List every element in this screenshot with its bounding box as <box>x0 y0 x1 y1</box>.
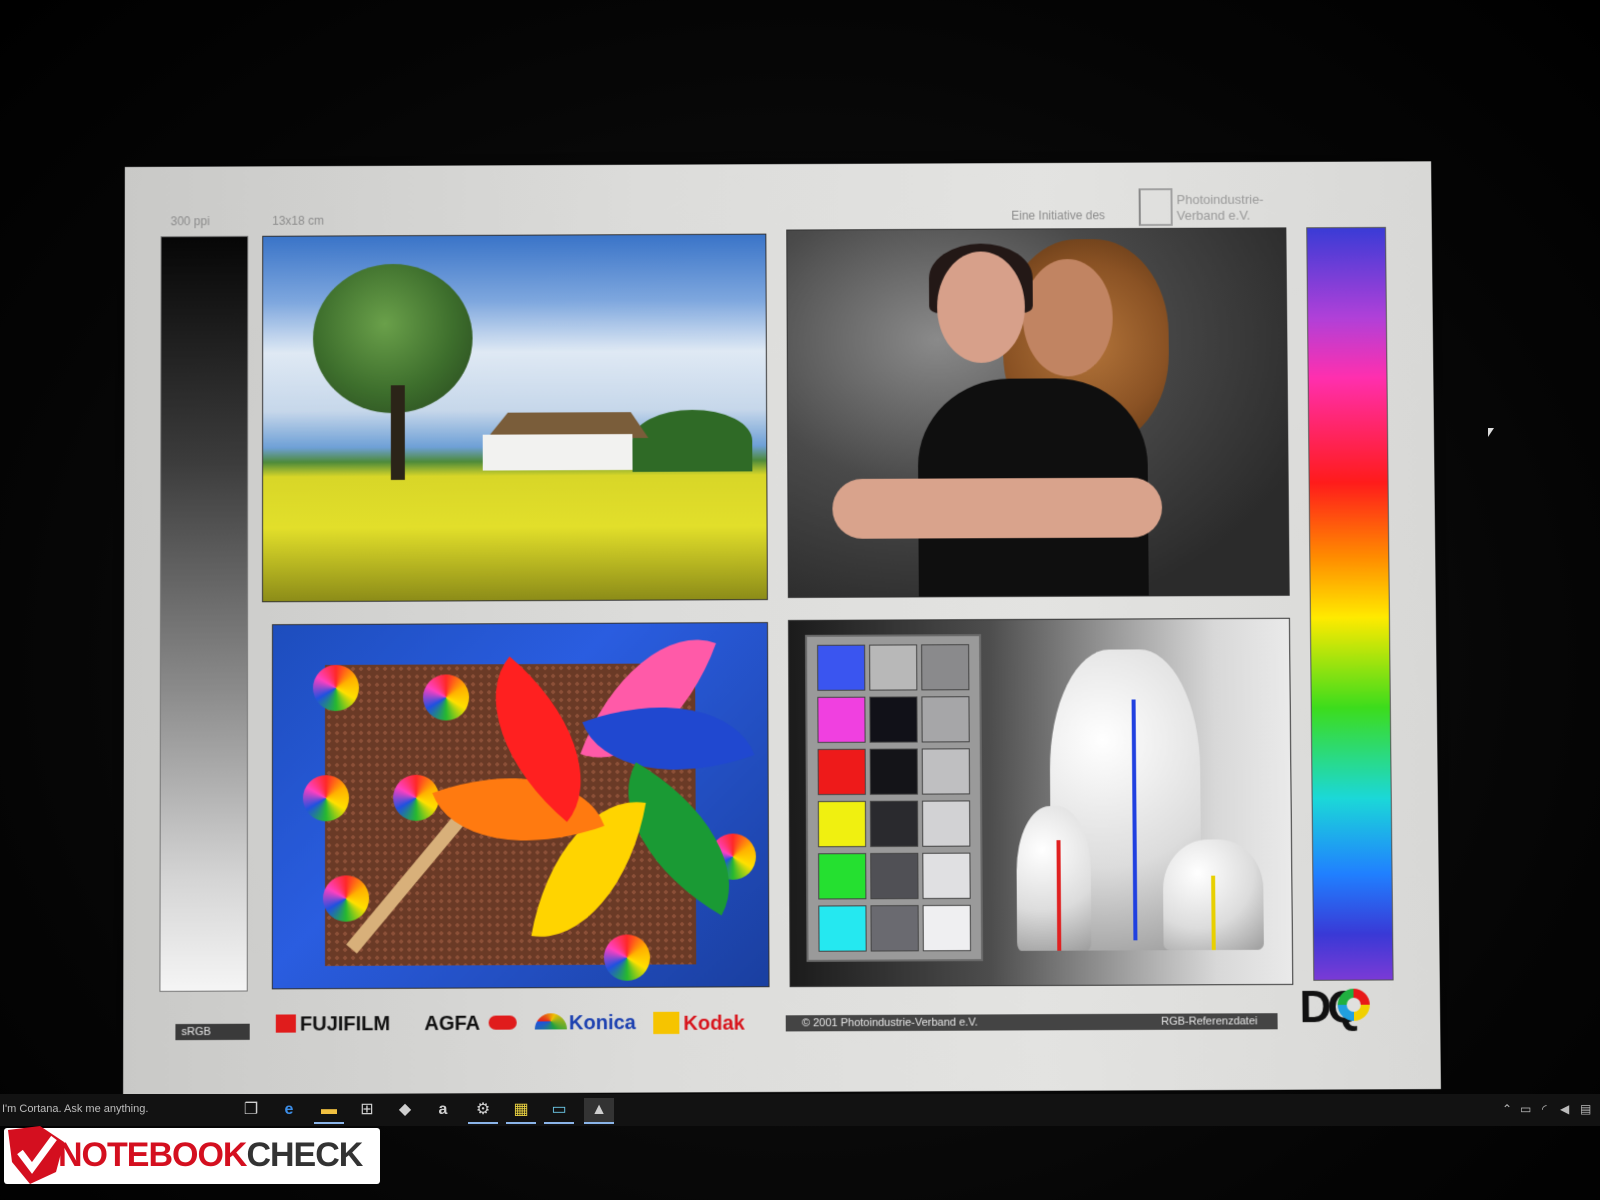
yellow-stripe <box>1211 876 1216 950</box>
size-label: 13x18 cm <box>272 214 324 228</box>
color-space-badge: sRGB <box>175 1024 249 1040</box>
grayscale-wedge <box>159 236 248 992</box>
dropbox-icon[interactable]: ◆ <box>390 1098 420 1122</box>
dq-ring-icon <box>1338 989 1370 1021</box>
wifi-icon[interactable]: ◜ <box>1542 1102 1547 1116</box>
chevron-up-icon[interactable]: ⌃ <box>1502 1102 1512 1116</box>
mini-pinwheel <box>604 934 650 980</box>
notifications-icon[interactable]: ▤ <box>1580 1102 1591 1116</box>
kodak-k-icon <box>653 1012 679 1034</box>
salt-shaker <box>1016 806 1091 951</box>
organization-line2: Verband e.V. <box>1177 208 1251 223</box>
color-swatch <box>922 853 970 899</box>
notebookcheck-watermark: NOTEBOOKCHECK <box>4 1122 380 1188</box>
edge-icon[interactable]: e <box>274 1098 304 1122</box>
mini-pinwheel <box>323 875 369 921</box>
farmhouse <box>483 434 633 471</box>
organization-line1: Photoindustrie- <box>1176 192 1263 207</box>
color-swatch <box>817 697 865 743</box>
task-view-icon[interactable]: ❐ <box>236 1098 266 1122</box>
swatch-grid <box>807 636 979 637</box>
color-swatch <box>818 905 866 951</box>
monitor-app-icon[interactable]: ▭ <box>544 1098 574 1124</box>
steam-icon[interactable]: ⚙ <box>468 1098 498 1124</box>
trees-background <box>632 410 752 472</box>
fujifilm-logo: FUJIFILM <box>276 1013 390 1037</box>
photos-icon[interactable]: ▲ <box>584 1098 614 1124</box>
copyright-bar: © 2001 Photoindustrie-Verband e.V. RGB-R… <box>786 1013 1278 1031</box>
color-swatch <box>921 696 969 742</box>
agfa-logo: AGFA <box>424 1012 517 1036</box>
red-stripe <box>1056 840 1061 951</box>
initiative-label: Eine Initiative des <box>1011 208 1105 222</box>
tree-trunk <box>391 385 405 480</box>
copyright-text: © 2001 Photoindustrie-Verband e.V. <box>802 1014 978 1031</box>
color-swatch <box>922 800 970 846</box>
portrait-photo <box>786 227 1289 598</box>
color-swatch <box>818 749 866 795</box>
face-left <box>937 251 1025 363</box>
file-explorer-icon[interactable]: ▬ <box>314 1098 344 1124</box>
color-swatch <box>818 853 866 899</box>
konica-logo: Konica <box>535 1012 636 1036</box>
mini-pinwheel <box>393 775 439 821</box>
dq-logo: DQ <box>1299 983 1380 1034</box>
reference-file-label: RGB-Referenzdatei <box>1161 1013 1257 1030</box>
color-swatch <box>817 645 865 691</box>
amazon-icon[interactable]: a <box>428 1098 458 1122</box>
folded-arms <box>832 478 1162 539</box>
mini-pinwheel <box>303 775 349 821</box>
app-icon[interactable]: ▦ <box>506 1098 536 1124</box>
color-swatch <box>922 748 970 794</box>
store-icon[interactable]: ⊞ <box>352 1098 382 1122</box>
agfa-rhombus-icon <box>489 1016 517 1030</box>
color-swatch <box>923 905 971 951</box>
battery-icon[interactable]: ▭ <box>1520 1102 1531 1116</box>
color-swatch <box>870 801 918 847</box>
monitor-screen: 300 ppi 13x18 cm Eine Initiative des Pho… <box>0 0 1600 1200</box>
test-chart-window: 300 ppi 13x18 cm Eine Initiative des Pho… <box>123 161 1441 1095</box>
pinwheel-photo <box>272 622 770 989</box>
cortana-search-box[interactable]: I'm Cortana. Ask me anything. <box>2 1103 148 1115</box>
mini-pinwheel <box>313 665 359 711</box>
color-swatch <box>869 644 917 690</box>
color-swatch <box>869 696 917 742</box>
fujifilm-mark-icon <box>276 1014 296 1032</box>
mini-pinwheel <box>423 674 469 720</box>
color-swatch <box>870 749 918 795</box>
face-right <box>1023 259 1114 377</box>
color-swatch <box>870 853 918 899</box>
color-swatch <box>818 801 866 847</box>
mouse-cursor-icon <box>1488 428 1494 437</box>
resolution-label: 300 ppi <box>171 214 210 228</box>
color-swatch <box>921 644 969 690</box>
still-life-photo <box>788 618 1293 987</box>
piv-logo-icon <box>1139 188 1173 226</box>
kodak-logo: Kodak <box>653 1011 745 1036</box>
volume-icon[interactable]: ◀ <box>1560 1102 1569 1116</box>
color-swatch <box>870 905 918 951</box>
watermark-text: NOTEBOOKCHECK <box>58 1136 362 1175</box>
color-checker <box>805 634 983 962</box>
konica-rainbow-icon <box>535 1013 567 1029</box>
spectrum-bar <box>1306 227 1393 981</box>
landscape-photo <box>262 234 768 603</box>
